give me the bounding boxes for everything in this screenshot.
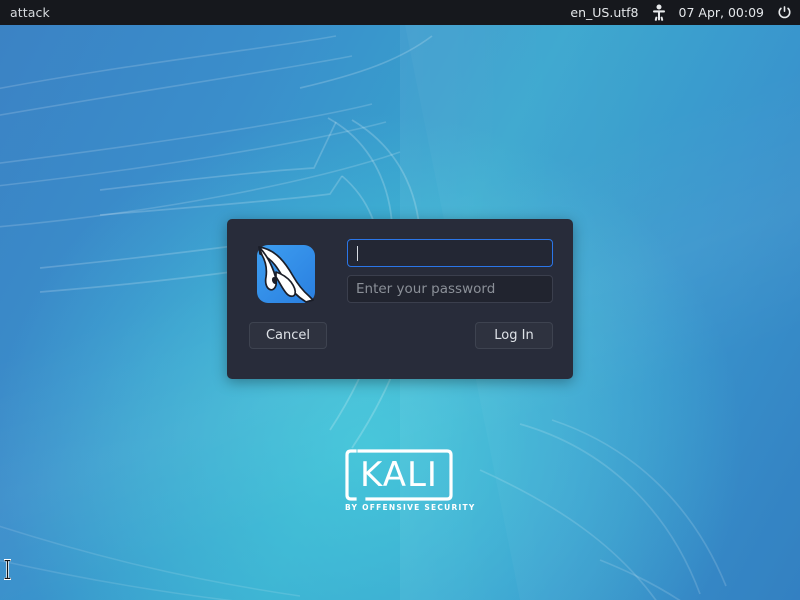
clock-label[interactable]: 07 Apr, 00:09 xyxy=(677,0,766,25)
kali-branding-logo: KALI BY OFFENSIVE SECURITY xyxy=(345,449,476,512)
credential-fields: Enter your password xyxy=(347,237,553,303)
password-input[interactable]: Enter your password xyxy=(347,275,553,303)
text-caret xyxy=(357,245,358,261)
login-dialog-body: Enter your password xyxy=(249,237,553,309)
cancel-button[interactable]: Cancel xyxy=(249,322,327,349)
top-panel: attack en_US.utf8 07 Apr, 00:09 xyxy=(0,0,800,25)
kali-wordmark: KALI xyxy=(360,455,438,495)
login-button[interactable]: Log In xyxy=(475,322,553,349)
username-input[interactable] xyxy=(347,239,553,267)
login-dialog: Enter your password Cancel Log In xyxy=(227,219,573,379)
password-input-placeholder: Enter your password xyxy=(356,281,496,297)
login-dialog-actions: Cancel Log In xyxy=(249,322,553,349)
login-screen: attack en_US.utf8 07 Apr, 00:09 Enter yo… xyxy=(0,0,800,600)
kali-logo-frame: KALI xyxy=(345,449,453,501)
keyboard-layout-indicator[interactable]: en_US.utf8 xyxy=(568,0,640,25)
top-panel-right-group: en_US.utf8 07 Apr, 00:09 xyxy=(544,0,794,25)
text-ibeam-cursor xyxy=(3,558,12,584)
power-icon[interactable] xyxy=(775,0,794,25)
hostname-label: attack xyxy=(10,5,50,20)
accessibility-person-icon[interactable] xyxy=(650,0,668,25)
hamburger-menu-icon[interactable] xyxy=(544,0,559,25)
kali-tagline: BY OFFENSIVE SECURITY xyxy=(345,503,476,512)
kali-dragon-icon xyxy=(249,239,323,309)
